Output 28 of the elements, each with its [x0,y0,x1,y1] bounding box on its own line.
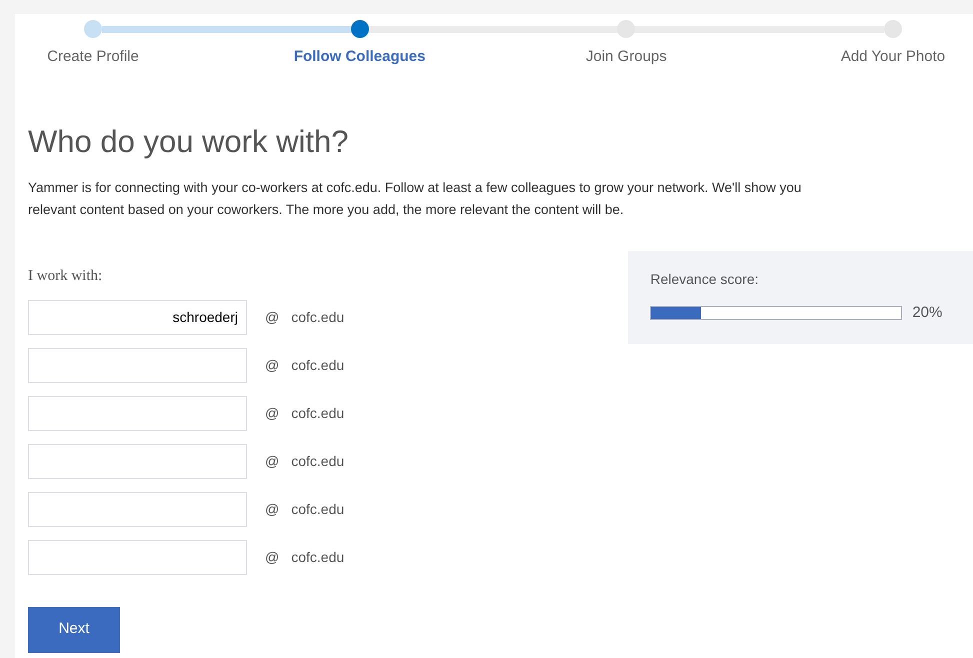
step-label[interactable]: Create Profile [47,46,139,68]
at-sign: @ [265,548,280,566]
description-text: Yammer is for connecting with your co-workers at cofc.edu. Follow at least a few colleagues to grow your network. We'll show you relevant content based on your coworkers. The more you add, the more relevant the content will be. [28,179,802,219]
relevance-label: Relevance score: [650,270,758,289]
colleague-field[interactable] [28,348,247,382]
at-sign: @ [265,404,280,422]
at-sign: @ [265,356,280,374]
step-label[interactable]: Add Your Photo [840,46,946,68]
colleagues-label: I work with: [28,267,102,286]
step-label[interactable]: Follow Colleagues [294,46,426,68]
colleague-field[interactable] [28,540,247,574]
at-sign: @ [265,308,280,326]
domain-text: cofc.edu [291,452,344,470]
relevance-reading: 20% [912,303,942,323]
domain-text: cofc.edu [291,404,344,422]
next-button[interactable]: Next [28,606,120,652]
at-sign: @ [265,500,280,518]
step-label[interactable]: Join Groups [586,46,667,68]
domain-text: cofc.edu [291,500,344,518]
colleague-field[interactable] [28,396,247,430]
domain-text: cofc.edu [291,308,344,326]
colleague-field[interactable]: schroederj [28,300,247,334]
domain-text: cofc.edu [291,356,344,374]
domain-text: cofc.edu [291,548,344,566]
at-sign: @ [265,452,280,470]
colleague-field[interactable] [28,492,247,526]
colleague-field[interactable] [28,444,247,478]
page-heading: Who do you work with? [28,126,350,157]
